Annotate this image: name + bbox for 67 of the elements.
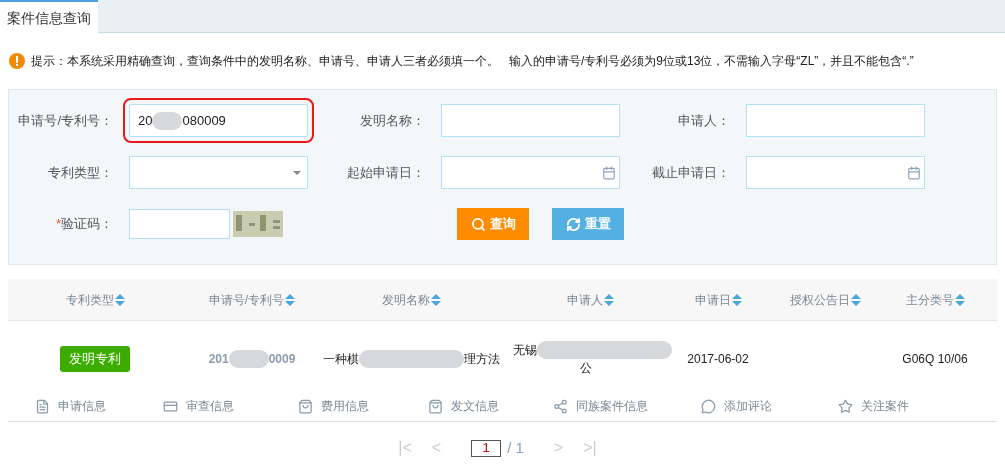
table-cell-text: 公: [580, 360, 592, 377]
table-cell-text: 一种棋: [322, 351, 359, 368]
sort-icon[interactable]: [285, 293, 296, 306]
notice-text: 提示：本系统采用精确查询，查询条件中的发明名称、申请号、申请人三者必须填一个。: [31, 53, 499, 70]
table-cell-text: 无锡: [513, 342, 537, 359]
field-label: 申请人：: [677, 111, 731, 130]
column-header[interactable]: 授权公告日: [789, 290, 850, 309]
page-input[interactable]: 1: [471, 439, 502, 457]
date-field[interactable]: [746, 156, 925, 189]
notice-text: 输入的申请号/专利号必须为9位或13位，不需输入字母“ZL”，并且不能包含“.”: [509, 53, 914, 70]
sort-icon[interactable]: [603, 293, 614, 306]
blurred-patch: [228, 350, 269, 368]
tab[interactable]: 案件信息查询: [0, 0, 98, 34]
field-value: 080009: [182, 111, 226, 130]
column-header[interactable]: 申请人: [566, 290, 603, 309]
action-link[interactable]: 关注案件: [838, 397, 958, 415]
field-label: *验证码：: [54, 215, 114, 234]
input-field[interactable]: [746, 104, 925, 137]
sort-icon[interactable]: [114, 293, 125, 306]
column-header[interactable]: 专利类型: [65, 290, 114, 309]
sort-icon[interactable]: [954, 293, 965, 306]
document-icon: [35, 398, 50, 414]
calendar-icon[interactable]: [602, 165, 616, 180]
action-link[interactable]: 申请信息: [35, 397, 163, 415]
column-header[interactable]: 主分类号: [905, 290, 954, 309]
action-link[interactable]: 同族案件信息: [553, 397, 701, 415]
search-icon: [470, 216, 486, 232]
field-label: 发明名称：: [359, 111, 426, 130]
field-label: 专利类型：: [47, 163, 114, 182]
calendar-icon[interactable]: [907, 165, 921, 180]
blurred-patch: [152, 111, 183, 130]
caret-icon: [293, 170, 301, 175]
action-link[interactable]: 发文信息: [428, 397, 553, 415]
search-button[interactable]: 查询: [457, 208, 529, 240]
type-badge: 发明专利: [60, 346, 130, 372]
action-link[interactable]: 添加评论: [701, 397, 838, 415]
star-icon: [838, 398, 853, 414]
warning-icon: [9, 53, 25, 69]
table-cell-text: G06Q 10/06: [902, 351, 968, 368]
sort-icon[interactable]: [430, 293, 441, 306]
card-icon: [163, 398, 178, 414]
share-icon: [553, 398, 568, 414]
column-header[interactable]: 申请号/专利号: [208, 290, 285, 309]
input-field[interactable]: [441, 104, 620, 137]
refresh-icon: [565, 216, 581, 232]
table-cell-text: 0009: [268, 351, 296, 368]
captcha-field[interactable]: [129, 209, 230, 239]
action-link[interactable]: 费用信息: [298, 397, 428, 415]
table-cell-text: 2017-06-02: [687, 351, 749, 368]
dropdown-field[interactable]: [129, 156, 308, 189]
sort-icon[interactable]: [850, 293, 861, 306]
table-cell-text: 理方法: [463, 351, 500, 368]
action-link[interactable]: 审查信息: [163, 397, 298, 415]
sort-icon[interactable]: [731, 293, 742, 306]
table-cell-text: 201: [208, 351, 229, 368]
field-label: 申请号/专利号：: [17, 111, 114, 130]
reset-button[interactable]: 重置: [552, 208, 624, 240]
field-value: 20: [138, 111, 153, 130]
column-header[interactable]: 发明名称: [381, 290, 430, 309]
field-label: 截止申请日：: [651, 163, 731, 182]
date-field[interactable]: [441, 156, 620, 189]
column-header[interactable]: 申请日: [694, 290, 731, 309]
bag-icon: [298, 398, 313, 414]
field-label: 起始申请日：: [346, 163, 426, 182]
bag-icon: [428, 398, 443, 414]
page-total: / 1: [507, 437, 524, 458]
comment-icon: [701, 398, 716, 414]
